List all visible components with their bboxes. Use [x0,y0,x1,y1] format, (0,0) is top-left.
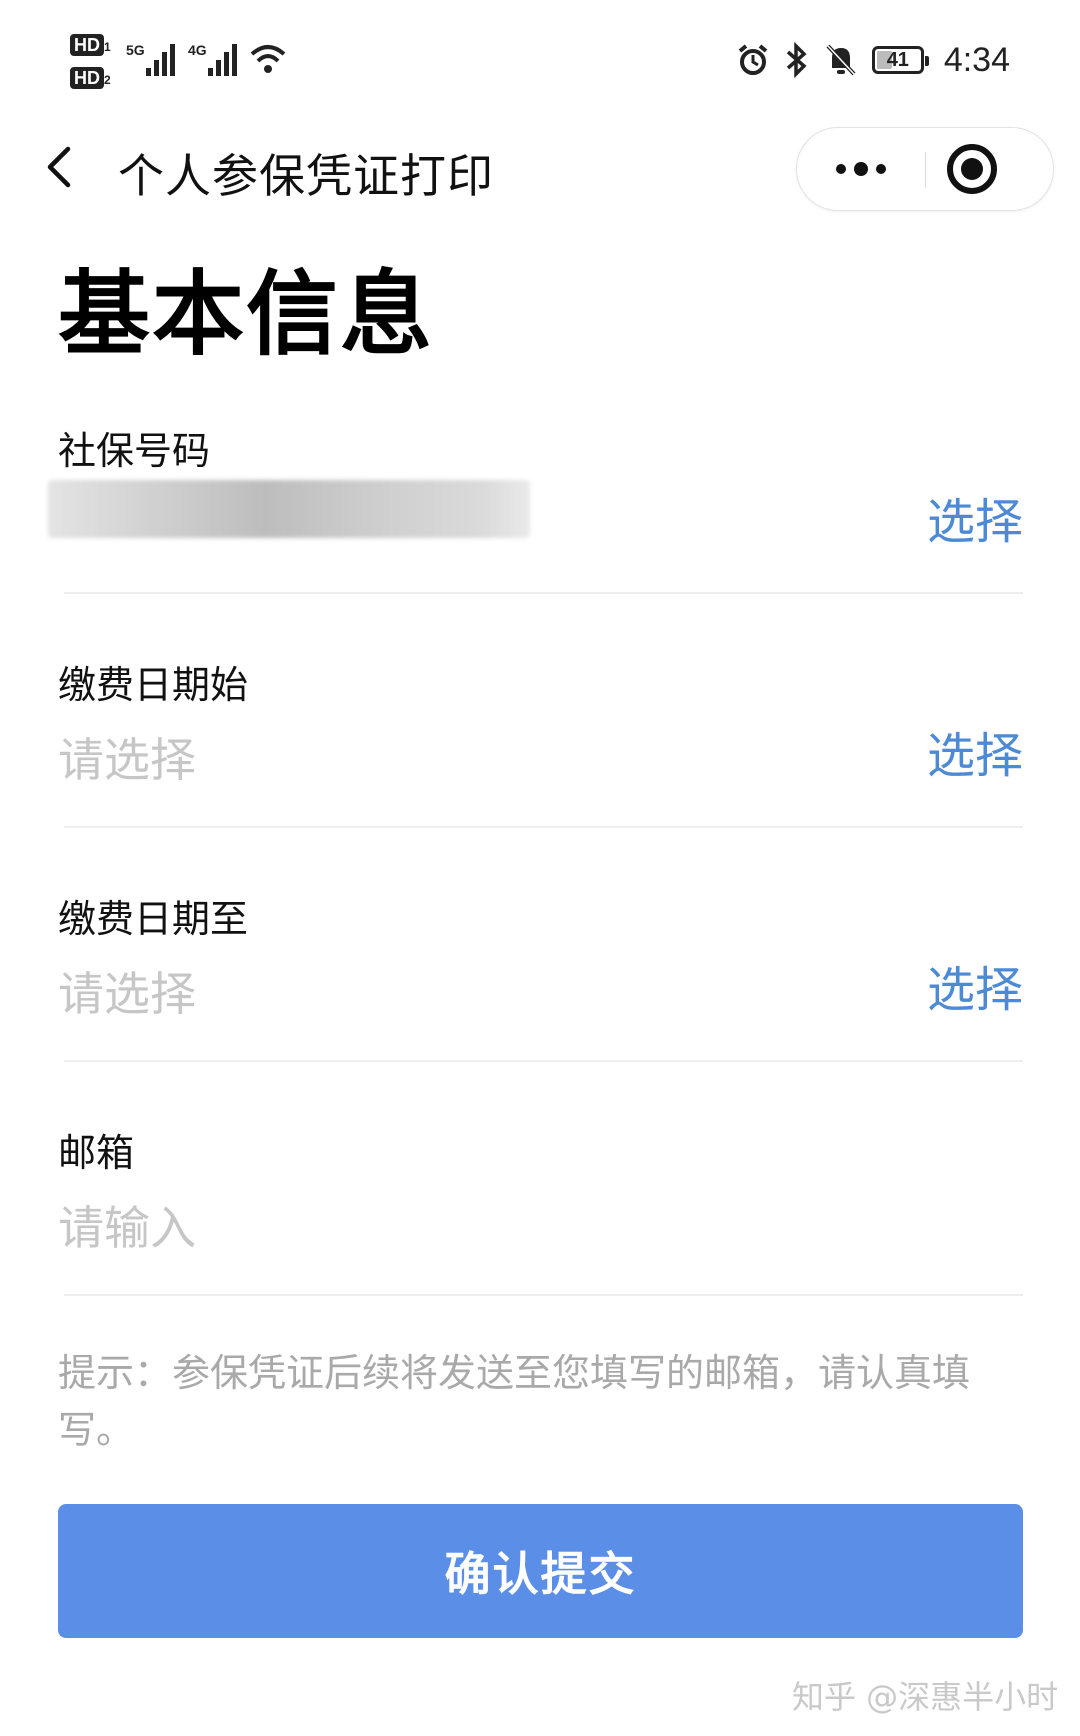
date-end-field[interactable]: 缴费日期至 请选择 选择 [58,888,1023,1048]
watermark: 知乎 @深惠半小时 [792,1678,1059,1716]
divider [64,1294,1023,1296]
email-input[interactable]: 请输入 [58,1192,196,1258]
submit-button[interactable]: 确认提交 [58,1504,1023,1638]
mini-program-capsule [796,127,1054,211]
social-security-label: 社保号码 [58,429,211,473]
signal-icon [208,44,237,76]
battery-icon: 41 [871,46,929,74]
nav-bar: 个人参保凭证打印 [0,115,1080,225]
signal-icon [146,44,175,76]
divider [64,592,1023,594]
date-end-label: 缴费日期至 [58,897,249,941]
date-start-placeholder[interactable]: 请选择 [58,724,196,790]
capsule-divider [925,152,926,188]
redacted-value [48,480,530,538]
wifi-icon [250,45,286,73]
status-bar: HD 1 HD 2 5G 4G 41 4:34 [0,0,1080,115]
email-label: 邮箱 [58,1131,135,1175]
mute-icon [826,44,856,76]
date-start-label: 缴费日期始 [58,663,249,707]
divider [64,1060,1023,1062]
sim2-number: 2 [104,73,111,87]
date-start-select-button[interactable]: 选择 [927,716,1023,786]
date-start-field[interactable]: 缴费日期始 请选择 选择 [58,654,1023,814]
date-end-select-button[interactable]: 选择 [927,950,1023,1020]
email-field[interactable]: 邮箱 请输入 [58,1122,1023,1282]
sim2-badge: HD [70,67,104,89]
social-security-select-button[interactable]: 选择 [927,482,1023,552]
submit-button-label: 确认提交 [444,1548,637,1600]
divider [64,826,1023,828]
target-circle-icon[interactable] [947,144,997,194]
more-dots-icon[interactable] [797,128,925,210]
sim1-badge: HD [70,34,104,56]
chevron-left-icon[interactable] [40,137,80,197]
page-title: 个人参保凭证打印 [118,149,494,203]
social-security-field: 社保号码 选择 [48,420,1023,580]
hint-text: 提示：参保凭证后续将发送至您填写的邮箱，请认真填写。 [58,1351,971,1452]
alarm-icon [738,44,768,75]
battery-percent: 41 [886,48,909,71]
section-heading: 基本信息 [58,261,435,368]
clock: 4:34 [943,40,1010,79]
sim1-number: 1 [104,40,111,54]
date-end-placeholder[interactable]: 请选择 [58,958,196,1024]
bluetooth-icon [786,42,807,78]
